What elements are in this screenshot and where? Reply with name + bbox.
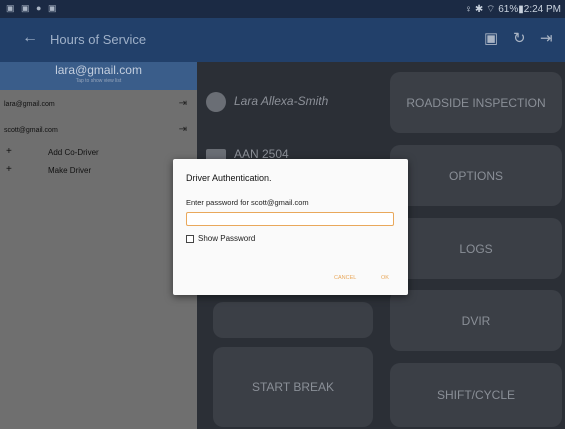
dialog-title: Driver Authentication. — [186, 173, 272, 183]
ok-button[interactable]: OK — [381, 275, 389, 281]
drawer-header-email: lara@gmail.com — [55, 63, 142, 77]
password-input[interactable] — [186, 212, 394, 226]
avatar-icon — [206, 92, 226, 112]
notification-icons: ▣ ▣ ● ▣ — [6, 3, 59, 13]
drawer-user-email: scott@gmail.com — [4, 127, 58, 134]
status-tile[interactable] — [213, 302, 373, 338]
app-bar: ← Hours of Service ▣ ↻ ⇥ — [0, 18, 565, 62]
show-password-checkbox[interactable] — [186, 234, 194, 243]
show-password-label: Show Password — [198, 234, 256, 243]
drawer-user-email: lara@gmail.com — [4, 101, 55, 108]
shift-cycle-button[interactable]: SHIFT/CYCLE — [390, 363, 562, 427]
roadside-inspection-button[interactable]: ROADSIDE INSPECTION — [390, 72, 562, 133]
dialog-prompt: Enter password for scott@gmail.com — [186, 198, 309, 207]
status-indicators: ♀ ✱ ⌔ 61%▮2:24 PM — [464, 4, 561, 15]
cancel-button[interactable]: CANCEL — [334, 275, 356, 281]
driver-name: Lara Allexa-Smith — [234, 94, 329, 109]
dvir-button[interactable]: DVIR — [390, 290, 562, 351]
logout-icon[interactable]: ⇥ — [179, 98, 187, 109]
navigation-drawer: lara@gmail.com Tap to show view list lar… — [0, 62, 197, 429]
show-password-toggle[interactable]: Show Password — [186, 234, 255, 243]
logout-icon[interactable]: ⇥ — [179, 124, 187, 135]
add-co-driver-label: Add Co-Driver — [48, 148, 99, 157]
refresh-icon[interactable]: ↻ — [513, 29, 526, 47]
make-driver-label: Make Driver — [48, 166, 92, 175]
page-title: Hours of Service — [50, 32, 147, 47]
driver-row: Lara Allexa-Smith — [206, 92, 328, 112]
logs-button[interactable]: LOGS — [390, 218, 562, 279]
driver-authentication-dialog: Driver Authentication. Enter password fo… — [173, 159, 408, 295]
options-button[interactable]: OPTIONS — [390, 145, 562, 206]
plus-icon: + — [6, 164, 12, 175]
logout-icon[interactable]: ⇥ — [540, 29, 553, 47]
drawer-header-hint: Tap to show view list — [75, 78, 122, 84]
status-bar: ▣ ▣ ● ▣ ♀ ✱ ⌔ 61%▮2:24 PM — [0, 0, 565, 18]
drawer-header[interactable]: lara@gmail.com Tap to show view list — [0, 62, 197, 90]
start-break-button[interactable]: START BREAK — [213, 347, 373, 427]
plus-icon: + — [6, 146, 12, 157]
back-arrow-icon[interactable]: ← — [22, 29, 38, 47]
sync-icon[interactable]: ▣ — [484, 29, 498, 47]
